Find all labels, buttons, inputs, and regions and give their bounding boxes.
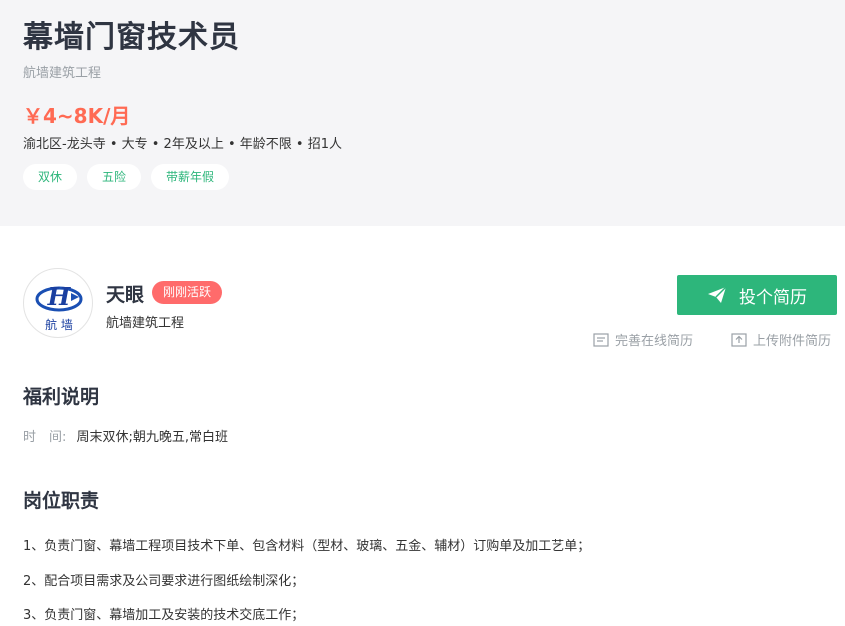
duty-item: 1、负责门窗、幕墙工程项目技术下单、包含材料（型材、玻璃、五金、辅材）订购单及加… [23,539,591,554]
job-meta: 渝北区-龙头寺 • 大专 • 2年及以上 • 年龄不限 • 招1人 [23,137,342,152]
salary: ￥4~8K/月 [23,104,131,128]
job-title: 幕墙门窗技术员 [23,20,240,55]
upload-icon [731,332,747,347]
svg-text:H: H [47,282,72,311]
duty-item: 2、配合项目需求及公司要求进行图纸绘制深化； [23,574,305,589]
company-logo[interactable]: H 航 墙 [23,268,93,338]
apply-resume-label: 投个简历 [739,287,807,308]
apply-resume-button[interactable]: 投个简历 [677,275,837,315]
complete-online-resume-link[interactable]: 完善在线简历 [593,330,693,349]
recruiter-name: 天眼 [106,284,145,306]
work-time-label: 时 间: [23,430,67,445]
job-company-name[interactable]: 航墙建筑工程 [23,62,101,81]
company-logo-icon: H 航 墙 [35,282,83,332]
tag-paid-leave: 带薪年假 [151,164,230,190]
tag-insurance: 五险 [87,164,142,190]
benefits-section-title: 福利说明 [23,386,100,408]
tag-weekend: 双休 [23,164,78,190]
duty-item: 3、负责门窗、幕墙加工及安装的技术交底工作； [23,608,305,623]
active-status-badge: 刚刚活跃 [152,281,223,304]
recruiter-company[interactable]: 航墙建筑工程 [106,312,184,331]
complete-online-resume-label: 完善在线简历 [615,334,694,349]
document-icon [593,332,609,347]
benefit-tags: 双休 五险 带薪年假 [23,164,230,190]
work-time-value: 周末双休;朝九晚五,常白班 [76,430,229,445]
upload-resume-label: 上传附件简历 [753,334,832,349]
upload-resume-link[interactable]: 上传附件简历 [731,330,831,349]
send-icon [708,286,727,303]
work-time-row: 时 间: 周末双休;朝九晚五,常白班 [23,426,228,445]
job-header: 幕墙门窗技术员 航墙建筑工程 ￥4~8K/月 渝北区-龙头寺 • 大专 • 2年… [0,0,845,226]
duties-section-title: 岗位职责 [23,490,100,512]
svg-text:航 墙: 航 墙 [45,317,73,332]
